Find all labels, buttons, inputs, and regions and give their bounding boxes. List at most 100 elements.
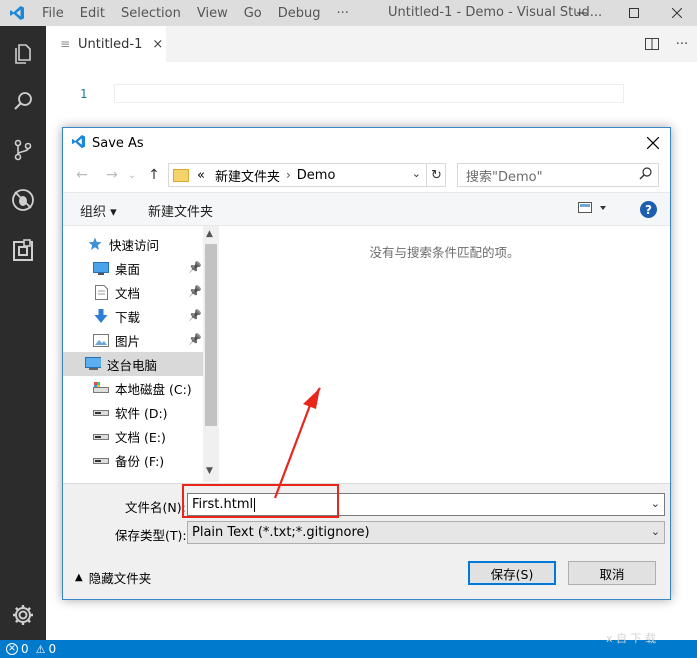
navigation-scrollbar[interactable]: ▲ ▼ [203,226,219,482]
debug-icon[interactable] [7,184,39,216]
filetype-select[interactable]: Plain Text (*.txt;*.gitignore) ⌄ [187,521,665,544]
scroll-up-icon[interactable]: ▲ [206,229,213,239]
forward-arrow-icon[interactable]: → [103,166,121,184]
menu-item[interactable]: Debug [270,6,329,21]
scroll-thumb[interactable] [205,244,217,426]
split-editor-icon[interactable] [637,38,667,50]
pin-icon[interactable]: 📌 [188,261,202,274]
menu-item[interactable]: ··· [329,6,357,21]
search-magnifier-icon [639,167,652,184]
vscode-small-logo-icon [71,134,86,153]
minimize-button[interactable] [559,0,605,26]
new-folder-button[interactable]: 新建文件夹 [148,201,213,220]
address-segment-current[interactable]: Demo [297,168,336,183]
tab-label: Untitled-1 [78,36,143,52]
menu-bar: File Edit Selection View Go Debug ··· [34,6,357,21]
menu-item[interactable]: Edit [72,6,113,21]
warning-icon: ⚠ [35,642,46,656]
drive-icon [93,405,109,419]
close-window-button[interactable] [654,0,697,26]
nav-tree-label: 备份 (F:) [115,453,165,469]
address-overflow[interactable]: « [197,168,205,183]
save-options-panel: 文件名(N): First.html ⌄ 保存类型(T): Plain Text… [63,483,670,599]
nav-tree-item[interactable]: 文档 [93,280,140,304]
warning-count: 0 [48,642,57,656]
document-icon [93,284,109,300]
settings-gear-icon[interactable] [7,599,39,631]
nav-tree-label: 快速访问 [109,237,160,253]
error-count: 0 [21,642,29,656]
nav-tree-label: 下载 [115,309,141,325]
activity-bar [0,26,46,640]
pin-icon[interactable]: 📌 [188,285,202,298]
dialog-close-button[interactable] [642,132,664,154]
address-bar[interactable]: « 新建文件夹 › Demo ⌄ [168,163,446,187]
star-icon [87,237,103,251]
nav-tree-item[interactable]: 本地磁盘 (C:) [93,376,192,400]
nav-tree-item[interactable]: 下载 [93,304,140,328]
tab-close-icon[interactable]: × [152,37,163,52]
vscode-logo-icon [0,0,34,26]
help-icon[interactable]: ? [640,201,657,218]
file-lines-icon: ≡ [60,37,71,51]
filetype-label: 保存类型(T): [115,528,187,543]
dialog-title: Save As [92,135,144,151]
menu-item[interactable]: File [34,6,72,21]
filename-label: 文件名(N): [125,500,186,515]
editor-actions: ··· [637,26,697,62]
cancel-button[interactable]: 取消 [568,561,656,585]
more-actions-icon[interactable]: ··· [667,37,697,52]
nav-tree-label: 这台电脑 [107,357,158,373]
organize-button[interactable]: 组织 ▾ [80,201,117,220]
drive-c-icon [93,381,109,395]
nav-tree-label: 桌面 [115,261,141,277]
download-icon [93,308,109,323]
pin-icon[interactable]: 📌 [188,309,202,322]
source-control-icon[interactable] [7,134,39,166]
editor-tab-bar: ≡ Untitled-1 × ··· [46,26,697,62]
drive-icon [93,453,109,467]
nav-tree-item[interactable]: 文档 (E:) [93,424,166,448]
address-segment-parent[interactable]: 新建文件夹 [215,166,280,185]
explorer-icon[interactable] [7,38,39,70]
nav-tree-item[interactable]: 备份 (F:) [93,448,164,472]
nav-tree-item[interactable]: 软件 (D:) [93,400,168,424]
drive-icon [93,429,109,443]
file-list[interactable]: 没有与搜索条件匹配的项。 [219,226,670,483]
errors-indicator[interactable]: ✕ 0 ⚠ 0 [6,642,56,656]
hide-folders-label: 隐藏文件夹 [88,571,152,586]
nav-tree-item[interactable]: 这台电脑 [63,352,203,376]
nav-tree-label: 文档 (E:) [115,429,166,445]
extensions-icon[interactable] [7,235,39,267]
back-arrow-icon[interactable]: ← [73,166,91,184]
pin-icon[interactable]: 📌 [188,333,202,346]
nav-tree-item[interactable]: 快速访问 [87,232,159,256]
save-as-dialog: Save As ← → ⌄ ↑ « 新建文件夹 › Demo ⌄ ↻ 搜索"De… [62,127,671,600]
menu-item[interactable]: View [189,6,236,21]
search-input[interactable]: 搜索"Demo" [457,163,659,187]
view-options-icon[interactable] [578,202,608,218]
address-dropdown-icon[interactable]: ⌄ [412,167,421,180]
menu-item[interactable]: Go [236,6,270,21]
nav-tree-item[interactable]: 桌面 [93,256,140,280]
save-button[interactable]: 保存(S) [468,561,556,585]
search-icon[interactable] [7,85,39,117]
scroll-down-icon[interactable]: ▼ [206,466,213,476]
up-arrow-icon[interactable]: ↑ [145,166,163,184]
tab-untitled-1[interactable]: ≡ Untitled-1 × [46,26,166,62]
hide-folders-toggle[interactable]: ▲ 隐藏文件夹 [75,568,151,587]
filename-dropdown-icon[interactable]: ⌄ [651,497,660,510]
maximize-button[interactable] [611,0,657,26]
refresh-icon[interactable]: ↻ [426,163,446,187]
line-number: 1 [80,87,88,101]
recent-locations-chevron-icon[interactable]: ⌄ [123,166,141,184]
menu-item[interactable]: Selection [113,6,189,21]
current-line-highlight [114,84,624,103]
nav-tree-item[interactable]: 图片 [93,328,140,352]
address-separator-icon: › [285,168,291,182]
navigation-pane: 快速访问桌面 📌 文档 📌 下载 📌 图片 📌 这台电脑本地磁盘 (C:) 软件 (D:) 文档 (… [63,226,218,483]
filetype-dropdown-icon[interactable]: ⌄ [651,525,660,538]
search-placeholder: 搜索"Demo" [466,169,543,185]
nav-tree-label: 软件 (D:) [115,405,168,421]
status-bar: ✕ 0 ⚠ 0 [0,640,697,658]
